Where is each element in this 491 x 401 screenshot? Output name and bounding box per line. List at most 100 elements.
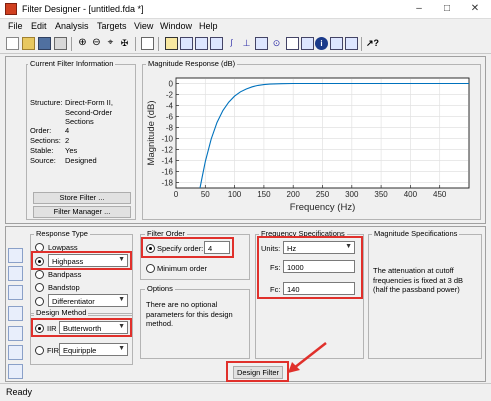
create-multirate-side-icon[interactable] xyxy=(8,285,23,300)
print-icon[interactable] xyxy=(54,37,67,50)
stable-value: Yes xyxy=(65,146,78,155)
pole-zero-icon[interactable]: ⊙ xyxy=(270,37,283,50)
store-filter-button[interactable]: Store Filter ... xyxy=(33,192,131,204)
options-text: There are no optional parameters for thi… xyxy=(146,300,233,328)
impulse-response-icon[interactable]: ⊥ xyxy=(240,37,253,50)
y-tick-label: -10 xyxy=(161,135,173,144)
options-legend: Options xyxy=(145,284,175,293)
step-response-icon[interactable] xyxy=(255,37,268,50)
title-bar: Filter Designer - [untitled.fda *] – □ ✕ xyxy=(0,0,491,19)
magnitude-response-chart[interactable]: 0 50 100 150 200 250 300 350 400 450 0 -2 -4 -6 -8 -10 -… xyxy=(143,66,480,219)
sections-label: Sections: xyxy=(30,136,61,145)
toolbar: ⊕ ⊖ ⌖ ✠ ∫ ⊥ ⊙ i ↗? xyxy=(0,34,491,54)
design-filter-side-icon[interactable] xyxy=(8,248,23,263)
open-icon[interactable] xyxy=(22,37,35,50)
y-axis-label: Magnitude (dB) xyxy=(146,101,157,166)
menu-file[interactable]: File xyxy=(8,21,23,31)
other-response-radio[interactable] xyxy=(35,297,44,306)
x-tick-label: 150 xyxy=(257,190,271,199)
order-value: 4 xyxy=(65,126,70,135)
transform-filter-side-icon[interactable] xyxy=(8,266,23,281)
magnitude-response-icon[interactable] xyxy=(165,37,178,50)
design-filter-highlight xyxy=(226,361,289,382)
menu-bar: File Edit Analysis Targets View Window H… xyxy=(0,19,491,34)
realize-model-icon[interactable] xyxy=(345,37,358,50)
y-tick-label: -16 xyxy=(161,168,173,177)
fir-label[interactable]: FIR xyxy=(47,346,59,355)
y-tick-label: -6 xyxy=(166,113,174,122)
magnitude-specs-text: The attenuation at cutoff frequencies is… xyxy=(373,266,464,294)
maximize-icon[interactable]: □ xyxy=(433,0,461,18)
y-tick-label: -12 xyxy=(161,146,173,155)
status-text: Ready xyxy=(6,387,33,397)
pole-zero-editor-side-icon[interactable] xyxy=(8,326,23,341)
zoom-fit-icon[interactable]: ✠ xyxy=(118,37,131,50)
zoom-in-icon[interactable]: ⊕ xyxy=(76,37,89,50)
save-icon[interactable] xyxy=(38,37,51,50)
x-tick-label: 400 xyxy=(404,190,418,199)
menu-edit[interactable]: Edit xyxy=(31,21,47,31)
y-tick-label: -8 xyxy=(166,124,174,133)
y-tick-label: -14 xyxy=(161,157,173,166)
import-filter-side-icon[interactable] xyxy=(8,306,23,321)
window-title: Filter Designer - [untitled.fda *] xyxy=(22,4,144,14)
x-tick-label: 50 xyxy=(201,190,210,199)
order-label: Order: xyxy=(30,126,52,135)
bandstop-label[interactable]: Bandstop xyxy=(48,283,80,292)
full-view-icon[interactable]: ⌖ xyxy=(104,37,117,50)
filter-manager-button[interactable]: Filter Manager ... xyxy=(33,206,131,218)
stable-label: Stable: xyxy=(30,146,54,155)
iir-highlight xyxy=(31,318,132,337)
design-icon[interactable] xyxy=(141,37,154,50)
phase-response-icon[interactable] xyxy=(180,37,193,50)
menu-view[interactable]: View xyxy=(134,21,153,31)
new-icon[interactable] xyxy=(6,37,19,50)
menu-analysis[interactable]: Analysis xyxy=(55,21,89,31)
filter-order-highlight xyxy=(141,237,234,258)
zoom-out-icon[interactable]: ⊖ xyxy=(90,37,103,50)
set-quantization-side-icon[interactable] xyxy=(8,364,23,379)
menu-window[interactable]: Window xyxy=(160,21,192,31)
fir-method-select[interactable]: Equiripple ▼ xyxy=(59,343,128,356)
bandstop-radio[interactable] xyxy=(35,283,44,292)
bandpass-label[interactable]: Bandpass xyxy=(48,270,81,279)
magnitude-specs-group xyxy=(368,234,482,359)
chevron-down-icon: ▼ xyxy=(118,345,125,352)
x-tick-label: 250 xyxy=(316,190,330,199)
close-icon[interactable]: ✕ xyxy=(461,0,489,18)
phase-delay-icon[interactable]: ∫ xyxy=(225,37,238,50)
x-tick-label: 450 xyxy=(433,190,447,199)
x-tick-label: 0 xyxy=(174,190,179,199)
current-filter-info-legend: Current Filter Information xyxy=(28,59,116,68)
y-tick-label: -2 xyxy=(166,91,174,100)
minimum-order-label[interactable]: Minimum order xyxy=(157,264,207,273)
y-tick-label: -18 xyxy=(161,179,173,188)
minimize-icon[interactable]: – xyxy=(405,0,433,18)
chevron-down-icon: ▼ xyxy=(118,296,125,303)
filter-info-icon[interactable] xyxy=(301,37,314,50)
info-icon[interactable]: i xyxy=(315,37,328,50)
mag-phase-icon[interactable] xyxy=(195,37,208,50)
frequency-specs-highlight xyxy=(257,236,363,299)
x-tick-label: 200 xyxy=(287,190,301,199)
app-icon xyxy=(5,3,17,15)
structure-label: Structure: xyxy=(30,98,63,107)
x-tick-label: 300 xyxy=(345,190,359,199)
minimum-order-radio[interactable] xyxy=(146,264,155,273)
menu-help[interactable]: Help xyxy=(199,21,218,31)
source-value: Designed xyxy=(65,156,97,165)
whats-this-icon[interactable]: ↗? xyxy=(366,37,379,50)
menu-targets[interactable]: Targets xyxy=(97,21,127,31)
structure-value: Direct-Form II, Second-Order Sections xyxy=(65,98,113,126)
differentiator-select[interactable]: Differentiator ▼ xyxy=(48,294,128,307)
bandpass-radio[interactable] xyxy=(35,270,44,279)
design-method-legend: Design Method xyxy=(34,308,89,317)
realize-model-side-icon[interactable] xyxy=(8,345,23,360)
highpass-highlight xyxy=(31,251,132,270)
sections-value: 2 xyxy=(65,136,70,145)
round-off-icon[interactable] xyxy=(330,37,343,50)
group-delay-icon[interactable] xyxy=(210,37,223,50)
coefficients-icon[interactable] xyxy=(286,37,299,50)
y-tick-label: 0 xyxy=(169,80,174,89)
fir-radio[interactable] xyxy=(35,346,44,355)
